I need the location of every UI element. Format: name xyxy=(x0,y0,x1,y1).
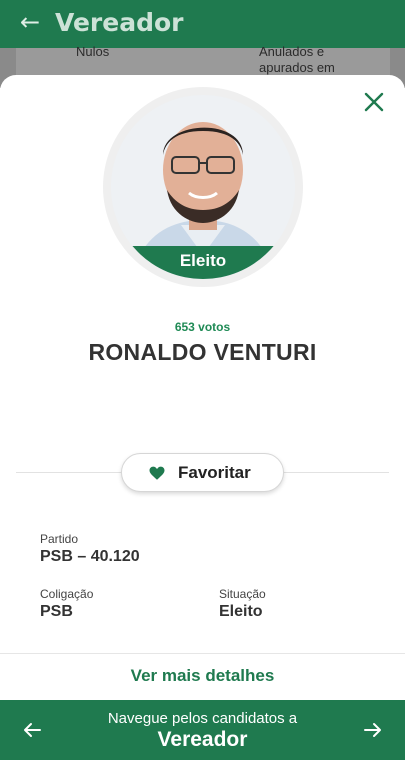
status-badge-label: Eleito xyxy=(179,251,227,270)
close-icon[interactable] xyxy=(363,91,385,113)
more-details-link[interactable]: Ver mais detalhes xyxy=(0,666,405,686)
status-badge: Eleito xyxy=(111,246,295,279)
heart-icon xyxy=(149,466,165,480)
anulados-label: Anulados e apurados em xyxy=(259,44,335,75)
votes-count: 653 votos xyxy=(174,320,231,334)
partido-value: PSB – 40.120 xyxy=(40,548,140,565)
navigation-caption: Navegue pelos candidatos a xyxy=(107,710,298,727)
nulos-label: Nulos xyxy=(76,44,110,59)
candidate-photo-frame: Eleito xyxy=(103,87,303,287)
app-header: ← Vereador xyxy=(0,0,405,48)
candidate-sheet: Eleito 653 votos RONALDO VENTURI Favorit… xyxy=(0,75,405,760)
situacao-value: Eleito xyxy=(219,603,263,620)
candidate-name: RONALDO VENTURI xyxy=(88,339,317,365)
page-title: Vereador xyxy=(55,8,184,37)
partido-label: Partido xyxy=(40,532,79,546)
navigation-role: Vereador xyxy=(157,728,248,751)
favorite-button-label: Favoritar xyxy=(178,463,251,482)
candidate-navigation-bar: Navegue pelos candidatos a Vereador xyxy=(0,700,405,760)
candidate-photo: Eleito xyxy=(111,95,295,279)
details-divider xyxy=(0,653,405,654)
coligacao-label: Coligação xyxy=(40,587,94,601)
coligacao-value: PSB xyxy=(40,603,73,620)
back-arrow-icon[interactable]: ← xyxy=(20,10,40,34)
favorite-button[interactable]: Favoritar xyxy=(121,453,284,492)
arrow-right-icon[interactable] xyxy=(363,720,383,740)
situacao-label: Situação xyxy=(219,587,266,601)
